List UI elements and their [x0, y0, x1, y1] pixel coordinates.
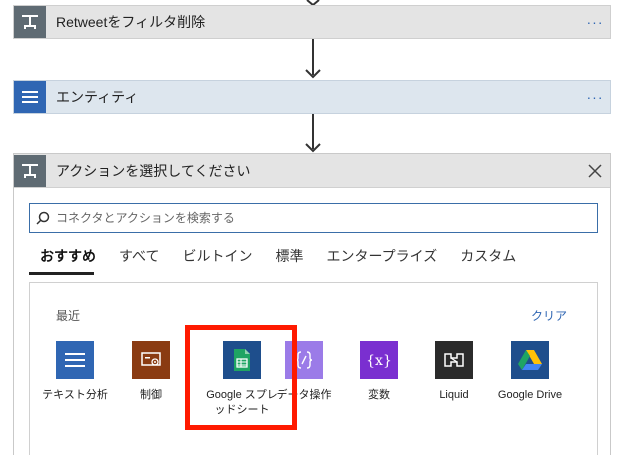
tab-all[interactable]: すべて	[119, 246, 159, 266]
connector-search[interactable]	[29, 203, 598, 233]
tab-enterprise[interactable]: エンタープライズ	[326, 246, 437, 266]
text-analysis-icon	[56, 341, 94, 379]
connector-label: 変数	[368, 389, 390, 401]
svg-text:{x}: {x}	[366, 353, 392, 369]
connector-text-analysis[interactable]: テキスト分析	[40, 341, 110, 403]
variable-icon: {x}	[360, 341, 398, 379]
connector-label: テキスト分析	[42, 389, 108, 401]
close-icon[interactable]	[580, 156, 610, 186]
action-picker-title: アクションを選択してください	[56, 162, 251, 179]
step-title: Retweetをフィルタ削除	[56, 14, 206, 30]
more-options-icon[interactable]: ···	[580, 14, 610, 30]
search-input[interactable]	[56, 205, 597, 231]
connector-variables[interactable]: {x} 変数	[344, 341, 414, 403]
tab-custom[interactable]: カスタム	[460, 246, 516, 266]
clear-link[interactable]: クリア	[531, 307, 567, 324]
connector-google-drive[interactable]: Google Drive	[495, 341, 565, 403]
recent-connectors-panel: 最近 クリア テキスト分析 制御 Google スプレッドシート データ操作 {…	[29, 282, 598, 455]
action-picker-panel: アクションを選択してください おすすめ すべて ビルトイン 標準 エンタープライ…	[13, 153, 611, 455]
search-icon	[30, 211, 56, 225]
step-card-entity[interactable]: エンティティ ···	[13, 80, 611, 114]
tab-builtin[interactable]: ビルトイン	[182, 246, 252, 266]
connector-data-operation[interactable]: データ操作	[269, 341, 339, 403]
more-options-icon[interactable]: ···	[580, 89, 610, 105]
connector-label: 制御	[140, 389, 162, 401]
recent-title: 最近	[56, 309, 81, 323]
flow-arrow	[303, 114, 323, 154]
action-icon	[14, 154, 46, 187]
connector-label: データ操作	[276, 389, 332, 401]
liquid-icon	[435, 341, 473, 379]
tab-standard[interactable]: 標準	[275, 246, 303, 266]
connector-liquid[interactable]: Liquid	[419, 341, 489, 403]
connector-label: Google Drive	[497, 389, 563, 401]
entity-icon	[14, 81, 46, 113]
tab-recommended[interactable]: おすすめ	[40, 246, 96, 266]
google-sheets-icon	[223, 341, 261, 379]
control-icon	[132, 341, 170, 379]
action-picker-header: アクションを選択してください	[14, 154, 610, 188]
step-title: エンティティ	[56, 89, 139, 105]
active-tab-indicator	[29, 272, 94, 275]
step-card-filter-retweet[interactable]: Retweetをフィルタ削除 ···	[13, 5, 611, 39]
google-drive-icon	[511, 341, 549, 379]
flow-arrow	[303, 39, 323, 80]
connector-label: Liquid	[439, 389, 469, 401]
data-operation-icon	[285, 341, 323, 379]
category-tabs: おすすめ すべて ビルトイン 標準 エンタープライズ カスタム	[40, 246, 539, 266]
connector-control[interactable]: 制御	[116, 341, 186, 403]
filter-icon	[14, 6, 46, 38]
